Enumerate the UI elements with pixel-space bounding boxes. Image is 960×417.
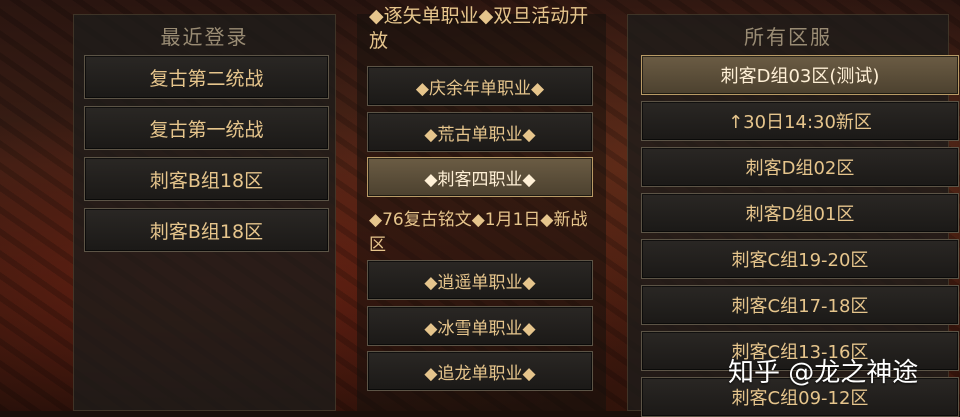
all-servers-title: 所有区服 [744, 25, 832, 49]
server-item[interactable]: 刺客D组01区 [641, 193, 959, 233]
recent-server-button[interactable]: 刺客B组18区 [84, 208, 329, 252]
server-item[interactable]: 刺客C组17-18区 [641, 285, 959, 325]
category-item[interactable]: ◆逍遥单职业◆ [367, 260, 593, 300]
category-item[interactable]: ◆荒古单职业◆ [367, 112, 593, 152]
server-item-selected[interactable]: 刺客D组03区(测试) [641, 55, 959, 95]
category-item[interactable]: ◆逐矢单职业◆双旦活动开放 [365, 0, 605, 62]
recent-server-button[interactable]: 刺客B组18区 [84, 157, 329, 201]
recent-server-button[interactable]: 复古第一统战 [84, 106, 329, 150]
category-item[interactable]: ◆冰雪单职业◆ [367, 306, 593, 346]
category-panel: ◆逐矢单职业◆双旦活动开放 ◆庆余年单职业◆ ◆荒古单职业◆ ◆刺客四职业◆ ◆… [357, 5, 606, 411]
category-item[interactable]: ◆庆余年单职业◆ [367, 66, 593, 106]
server-item[interactable]: 刺客D组02区 [641, 147, 959, 187]
recent-server-button[interactable]: 复古第二统战 [84, 55, 329, 99]
zhihu-watermark: 知乎 @龙之神途 [728, 358, 919, 388]
recent-login-panel: 最近登录 复古第二统战 复古第一统战 刺客B组18区 刺客B组18区 [73, 14, 336, 411]
category-item-selected[interactable]: ◆刺客四职业◆ [367, 157, 593, 197]
server-item[interactable]: 刺客C组19-20区 [641, 239, 959, 279]
category-item[interactable]: ◆76复古铭文◆1月1日◆新战区 [365, 204, 605, 258]
server-item[interactable]: ↑30日14:30新区 [641, 101, 959, 141]
category-item[interactable]: ◆追龙单职业◆ [367, 351, 593, 391]
recent-login-title: 最近登录 [160, 25, 249, 49]
